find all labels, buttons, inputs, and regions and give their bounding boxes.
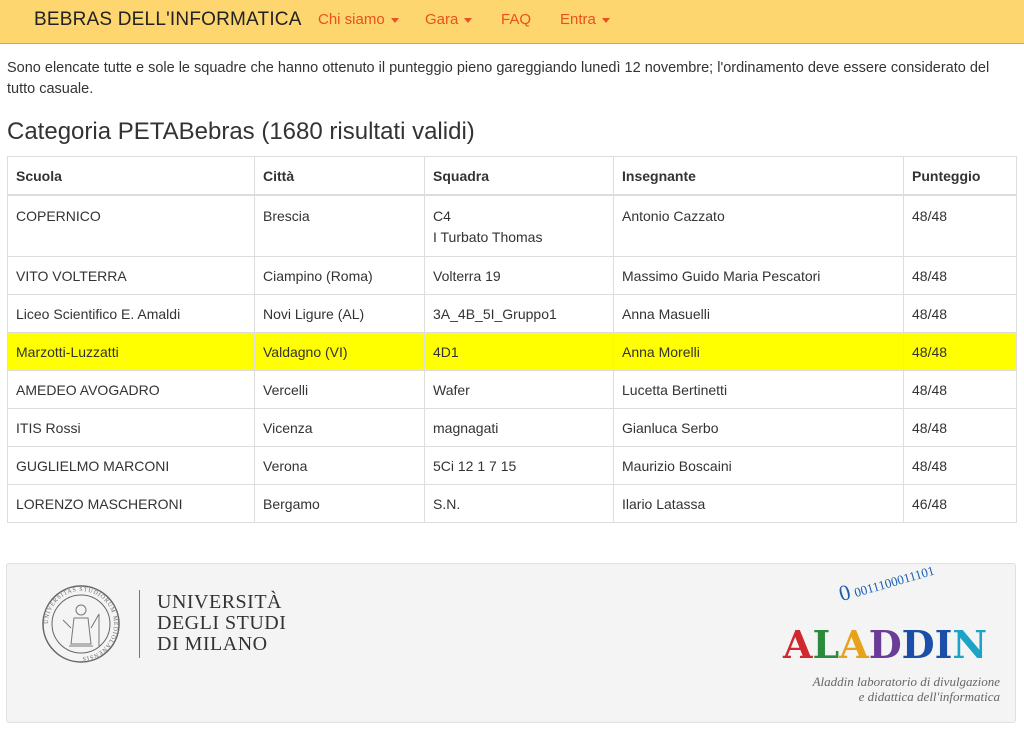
col-header-scuola: Scuola bbox=[7, 156, 255, 196]
aladdin-tagline: Aladdin laboratorio di divulgazione e di… bbox=[785, 674, 1000, 704]
cell-citta: Bergamo bbox=[254, 484, 425, 523]
aladdin-logo: ALADDIN bbox=[783, 622, 987, 667]
table-row: COPERNICO Brescia C4 I Turbato Thomas Ant… bbox=[7, 194, 1017, 257]
nav-entra-label: Entra bbox=[560, 11, 596, 28]
tagline-line: Aladdin laboratorio di divulgazione bbox=[812, 674, 1000, 689]
caret-down-icon bbox=[390, 17, 399, 23]
cell-punteggio: 48/48 bbox=[903, 408, 1017, 447]
cell-punteggio: 48/48 bbox=[903, 194, 1017, 257]
university-seal-logo: UNIVERSITAS STUDIORUM MEDIOLANENSIS bbox=[42, 585, 120, 663]
cell-squadra: 4D1 bbox=[424, 332, 614, 371]
svg-text:UNIVERSITAS STUDIORUM MEDIOLAN: UNIVERSITAS STUDIORUM MEDIOLANENSIS bbox=[44, 587, 118, 661]
nav-faq-link[interactable]: FAQ bbox=[501, 11, 531, 28]
cell-punteggio: 48/48 bbox=[903, 294, 1017, 333]
caret-down-icon bbox=[601, 17, 610, 23]
caret-down-icon bbox=[464, 17, 473, 23]
col-header-squadra: Squadra bbox=[424, 156, 614, 196]
cell-insegnante: Lucetta Bertinetti bbox=[613, 370, 904, 409]
cell-scuola: AMEDEO AVOGADRO bbox=[7, 370, 255, 409]
cell-squadra: 3A_4B_5I_Gruppo1 bbox=[424, 294, 614, 333]
col-header-citta: Città bbox=[254, 156, 425, 196]
cell-insegnante: Maurizio Boscaini bbox=[613, 446, 904, 485]
aladdin-letter: D bbox=[868, 622, 902, 667]
aladdin-letter: N bbox=[952, 622, 988, 667]
cell-citta: Verona bbox=[254, 446, 425, 485]
cell-punteggio: 48/48 bbox=[903, 370, 1017, 409]
table-row: VITO VOLTERRA Ciampino (Roma) Volterra 1… bbox=[7, 256, 1017, 295]
aladdin-binary-decoration: 0 0011100011101 bbox=[836, 555, 937, 607]
cell-insegnante: Ilario Latassa bbox=[613, 484, 904, 523]
tagline-line: e didattica dell'informatica bbox=[858, 689, 1000, 704]
table-row-highlighted: Marzotti-Luzzatti Valdagno (VI) 4D1 Anna… bbox=[7, 332, 1017, 371]
cell-insegnante: Antonio Cazzato bbox=[613, 194, 904, 257]
brand-link[interactable]: BEBRAS DELL'INFORMATICA bbox=[34, 9, 302, 31]
nav-chi-siamo-dropdown[interactable]: Chi siamo bbox=[318, 11, 399, 28]
col-header-punteggio: Punteggio bbox=[903, 156, 1017, 196]
cell-squadra: Wafer bbox=[424, 370, 614, 409]
cell-squadra: S.N. bbox=[424, 484, 614, 523]
aladdin-letter: L bbox=[812, 622, 840, 667]
cell-punteggio: 48/48 bbox=[903, 332, 1017, 371]
university-line: UNIVERSITÀ bbox=[157, 591, 282, 613]
footer: UNIVERSITAS STUDIORUM MEDIOLANENSIS UNIV… bbox=[6, 563, 1016, 723]
table-row: GUGLIELMO MARCONI Verona 5Ci 12 1 7 15 M… bbox=[7, 446, 1017, 485]
nav-entra-dropdown[interactable]: Entra bbox=[560, 11, 610, 28]
nav-gara-label: Gara bbox=[425, 11, 459, 28]
aladdin-letter: A bbox=[839, 622, 869, 667]
cell-scuola: Liceo Scientifico E. Amaldi bbox=[7, 294, 255, 333]
table-row: LORENZO MASCHERONI Bergamo S.N. Ilario L… bbox=[7, 484, 1017, 523]
aladdin-letter: D bbox=[901, 622, 935, 667]
cell-scuola: GUGLIELMO MARCONI bbox=[7, 446, 255, 485]
university-line: DEGLI STUDI bbox=[157, 612, 287, 634]
results-table: Scuola Città Squadra Insegnante Punteggi… bbox=[7, 156, 1017, 523]
university-line: DI MILANO bbox=[157, 633, 268, 655]
intro-text: Sono elencate tutte e sole le squadre ch… bbox=[7, 60, 990, 97]
cell-squadra: magnagati bbox=[424, 408, 614, 447]
cell-citta: Vicenza bbox=[254, 408, 425, 447]
cell-insegnante: Anna Masuelli bbox=[613, 294, 904, 333]
cell-citta: Ciampino (Roma) bbox=[254, 256, 425, 295]
col-header-insegnante: Insegnante bbox=[613, 156, 904, 196]
cell-scuola: ITIS Rossi bbox=[7, 408, 255, 447]
table-row: ITIS Rossi Vicenza magnagati Gianluca Se… bbox=[7, 408, 1017, 447]
cell-citta: Valdagno (VI) bbox=[254, 332, 425, 371]
seal-text: UNIVERSITAS STUDIORUM MEDIOLANENSIS bbox=[44, 587, 117, 661]
cell-citta: Brescia bbox=[254, 194, 425, 257]
cell-scuola: Marzotti-Luzzatti bbox=[7, 332, 255, 371]
nav-chi-siamo-label: Chi siamo bbox=[318, 11, 385, 28]
nav-gara-dropdown[interactable]: Gara bbox=[425, 11, 473, 28]
cell-citta: Vercelli bbox=[254, 370, 425, 409]
university-name-logo: UNIVERSITÀ DEGLI STUDI DI MILANO bbox=[157, 592, 286, 655]
table-header-row: Scuola Città Squadra Insegnante Punteggi… bbox=[7, 156, 1017, 196]
logo-divider bbox=[139, 590, 140, 658]
cell-punteggio: 48/48 bbox=[903, 446, 1017, 485]
squadra-line: I Turbato Thomas bbox=[433, 229, 543, 245]
table-row: Liceo Scientifico E. Amaldi Novi Ligure … bbox=[7, 294, 1017, 333]
category-title: Categoria PETABebras (1680 risultati val… bbox=[7, 118, 475, 145]
cell-squadra: Volterra 19 bbox=[424, 256, 614, 295]
cell-insegnante: Massimo Guido Maria Pescatori bbox=[613, 256, 904, 295]
cell-squadra: 5Ci 12 1 7 15 bbox=[424, 446, 614, 485]
squadra-line: C4 bbox=[433, 208, 451, 224]
navbar: BEBRAS DELL'INFORMATICA Chi siamo Gara F… bbox=[0, 0, 1024, 44]
table-row: AMEDEO AVOGADRO Vercelli Wafer Lucetta B… bbox=[7, 370, 1017, 409]
cell-punteggio: 48/48 bbox=[903, 256, 1017, 295]
cell-insegnante: Gianluca Serbo bbox=[613, 408, 904, 447]
cell-scuola: VITO VOLTERRA bbox=[7, 256, 255, 295]
nav-faq-label: FAQ bbox=[501, 11, 532, 28]
aladdin-letter: I bbox=[934, 622, 953, 667]
aladdin-letter: A bbox=[783, 622, 813, 667]
cell-squadra: C4 I Turbato Thomas bbox=[424, 194, 614, 257]
cell-citta: Novi Ligure (AL) bbox=[254, 294, 425, 333]
cell-punteggio: 46/48 bbox=[903, 484, 1017, 523]
binary-lead: 0 bbox=[835, 578, 854, 607]
cell-insegnante: Anna Morelli bbox=[613, 332, 904, 371]
cell-scuola: COPERNICO bbox=[7, 194, 255, 257]
binary-digits: 0011100011101 bbox=[852, 562, 936, 600]
cell-scuola: LORENZO MASCHERONI bbox=[7, 484, 255, 523]
